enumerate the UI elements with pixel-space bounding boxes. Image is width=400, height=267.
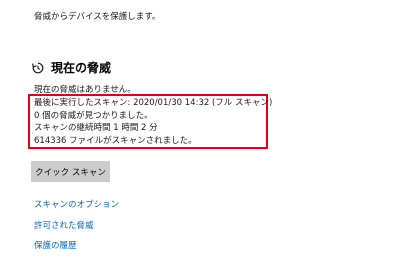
allowed-threats-link[interactable]: 許可された脅威 [34,216,119,237]
scan-duration-line: スキャンの継続時間 1 時間 2 分 [34,123,158,133]
last-scan-line: 最後に実行したスキャン: 2020/01/30 14:32 (フル スキャン) [34,98,273,108]
protection-history-link[interactable]: 保護の履歴 [34,236,119,257]
section-title: 現在の脅威 [51,60,112,75]
threats-found-line: 0 個の脅威が見つかりました。 [34,110,153,121]
clock-refresh-icon [31,60,45,74]
scan-options-link[interactable]: スキャンのオプション [34,195,119,216]
current-threats-header: 現在の脅威 [31,59,111,75]
files-scanned-line: 614336 ファイルがスキャンされました。 [34,135,197,146]
options-links: スキャンのオプション 許可された脅威 保護の履歴 [34,195,119,257]
intro-text: 脅威からデバイスを保護します。 [34,12,161,22]
windows-security-page: 脅威からデバイスを保護します。 現在の脅威 現在の脅威はありません。 最後に実行… [0,0,400,267]
quick-scan-button[interactable]: クイック スキャン [31,161,110,182]
scan-info: 最後に実行したスキャン: 2020/01/30 14:32 (フル スキャン) … [34,97,272,147]
